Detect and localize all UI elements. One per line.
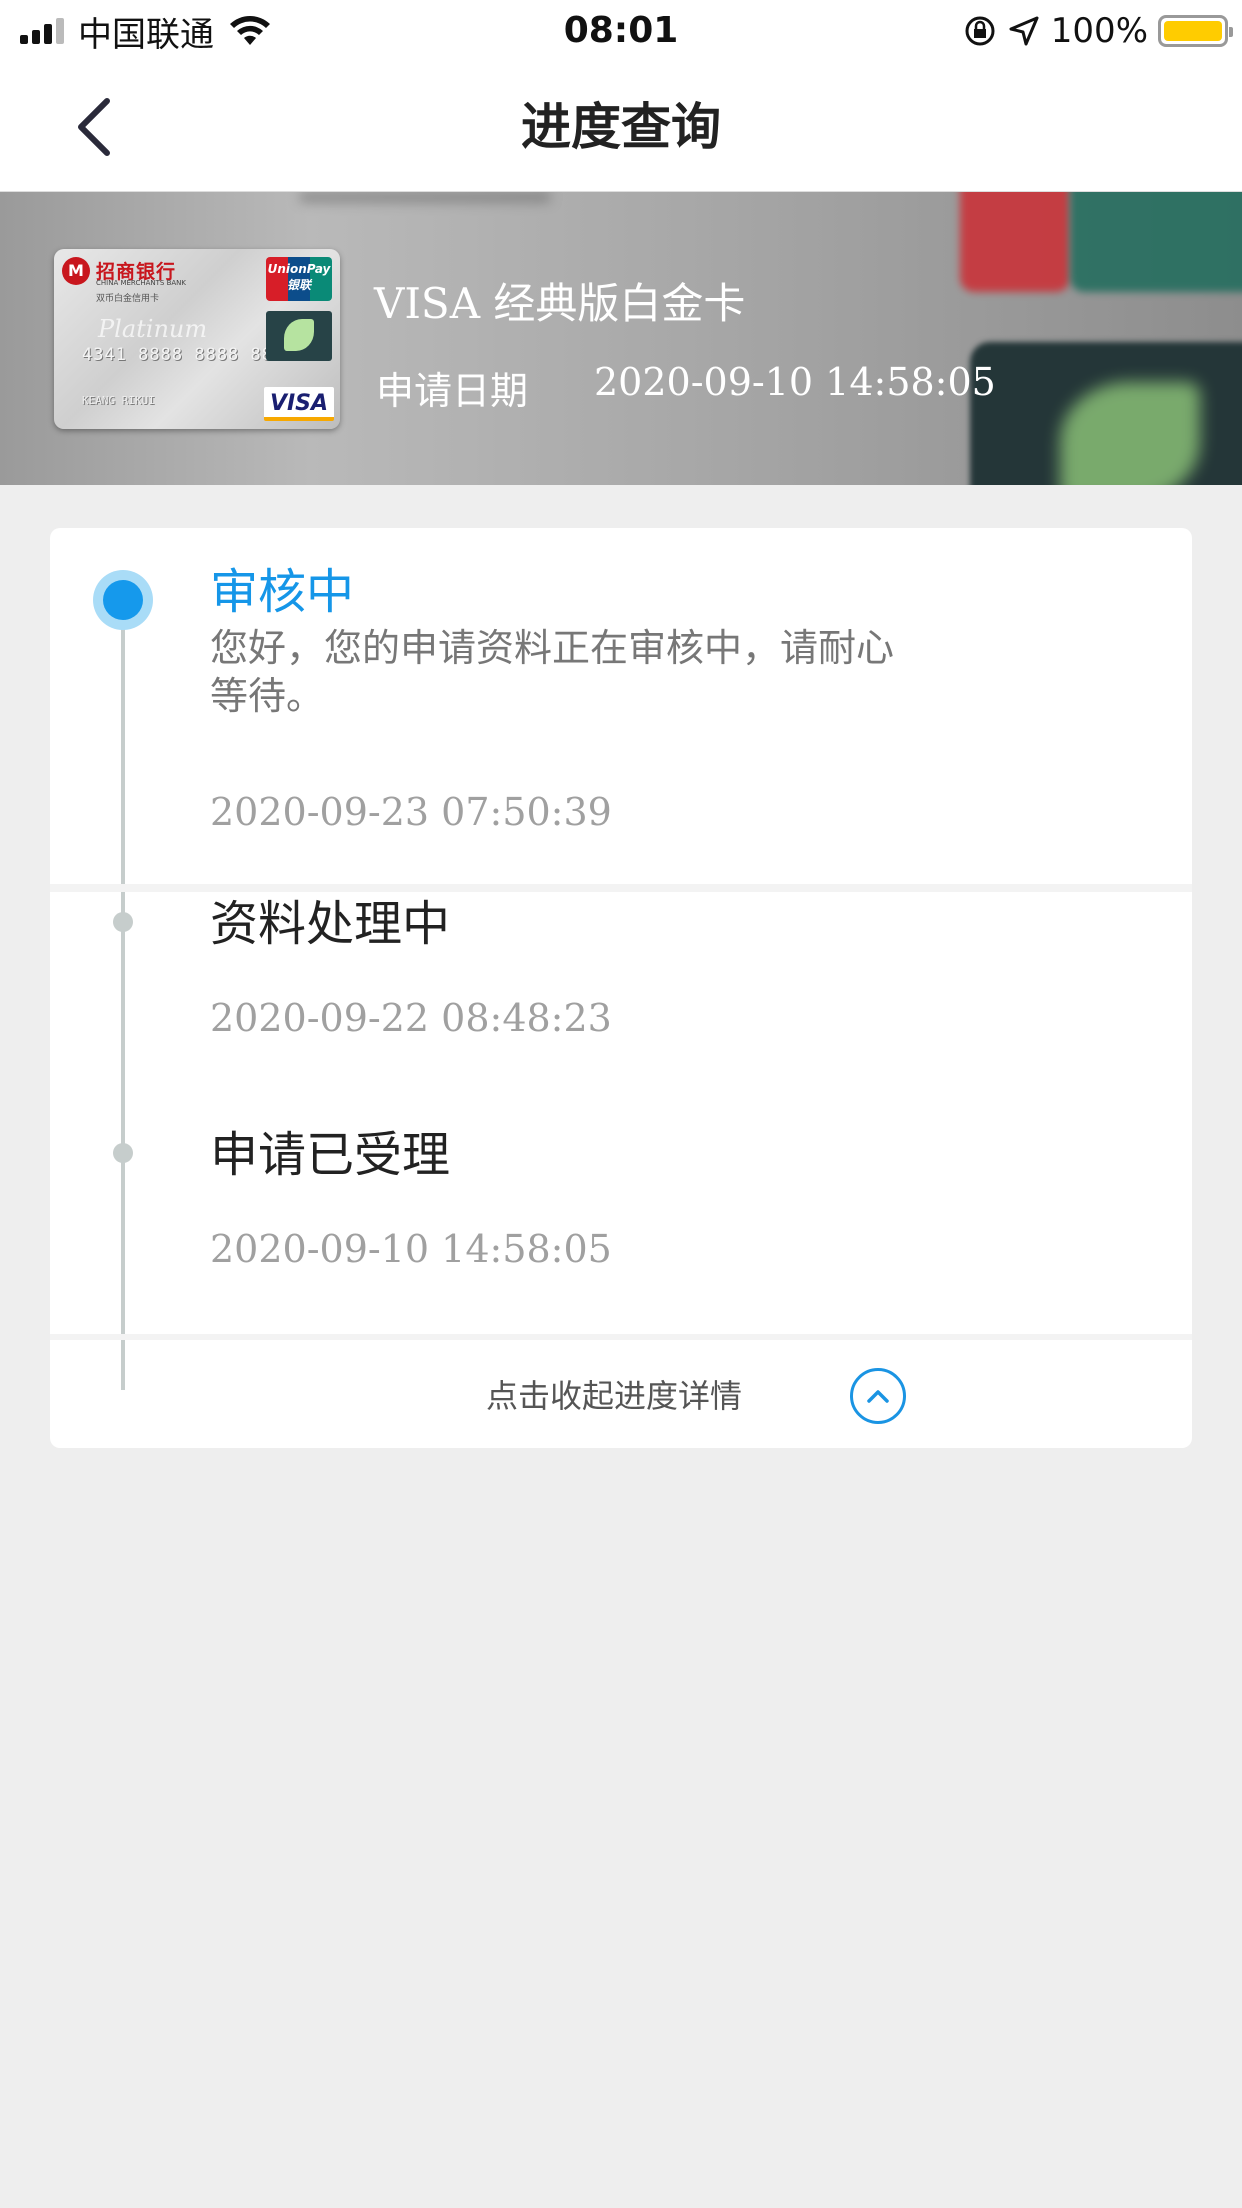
step-title-processing: 资料处理中: [210, 896, 451, 952]
step-time-reviewing: 2020-09-23 07:50:39: [210, 790, 612, 834]
status-right: 100%: [963, 8, 1233, 54]
timeline-dot: [113, 1143, 133, 1163]
collapse-details-button[interactable]: 点击收起进度详情: [50, 1340, 1192, 1448]
chevron-up-circle-icon[interactable]: [850, 1368, 906, 1424]
banner-bg-dove: [1060, 382, 1200, 485]
card-number: 4341 8888 8888 8888: [82, 345, 296, 365]
apply-date-value: 2020-09-10 14:58:05: [594, 360, 996, 404]
rotation-lock-icon: [965, 16, 995, 46]
card-platinum: Platinum: [98, 315, 208, 343]
nav-bar: 进度查询: [0, 62, 1242, 192]
step-desc-reviewing: 您好，您的申请资料正在审核中，请耐心等待。: [210, 626, 895, 718]
card-holder: KEANG RIKUI: [82, 394, 155, 407]
visa-logo: VISA: [264, 387, 334, 421]
step-title-accepted: 申请已受理: [210, 1127, 451, 1183]
location-arrow-icon: [1009, 16, 1039, 46]
timeline-dot-active: [103, 580, 143, 620]
card-title: VISA 经典版白金卡: [374, 279, 746, 328]
timeline-dot: [113, 912, 133, 932]
page-title: 进度查询: [521, 98, 721, 156]
battery-percent: 100%: [1050, 11, 1148, 51]
battery-icon: [1158, 15, 1233, 47]
cmb-logo-icon: M: [62, 257, 90, 285]
chevron-left-icon: [78, 98, 110, 156]
banner-bg-shadow: [300, 192, 550, 202]
banner-bg-green: [1070, 192, 1242, 292]
collapse-label: 点击收起进度详情: [486, 1377, 743, 1415]
status-bar: 中国联通 08:01 100%: [0, 0, 1242, 62]
battery-fill: [1164, 21, 1222, 41]
timeline-line: [121, 598, 125, 1390]
card-banner: M 招商银行 CHINA MERCHANTS BANK 双币白金信用卡 Plat…: [0, 192, 1242, 485]
card-image: M 招商银行 CHINA MERCHANTS BANK 双币白金信用卡 Plat…: [54, 249, 340, 429]
card-bank-en: CHINA MERCHANTS BANK: [96, 279, 186, 287]
step-time-accepted: 2020-09-10 14:58:05: [210, 1227, 612, 1271]
step-title-reviewing: 审核中: [210, 564, 355, 620]
banner-bg-red: [960, 192, 1070, 292]
back-button[interactable]: [60, 92, 130, 162]
step-time-processing: 2020-09-22 08:48:23: [210, 996, 612, 1040]
hologram-icon: [266, 311, 332, 361]
progress-card: 审核中 您好，您的申请资料正在审核中，请耐心等待。 2020-09-23 07:…: [50, 528, 1192, 1448]
unionpay-text: UnionPay 银联: [267, 262, 331, 292]
chevron-up-icon: [867, 1390, 889, 1403]
apply-date-label: 申请日期: [376, 369, 529, 413]
card-subtitle: 双币白金信用卡: [96, 294, 160, 304]
